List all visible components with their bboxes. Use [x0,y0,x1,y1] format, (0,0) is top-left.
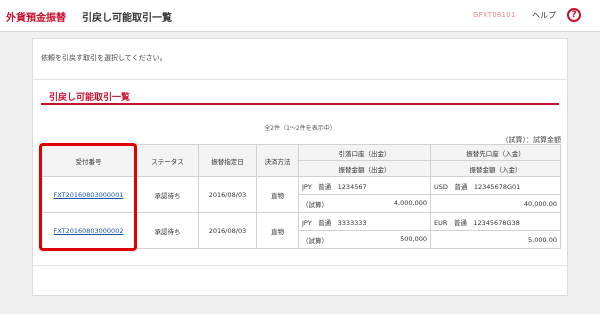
table-header-row: 受付番号 ステータス 振替指定日 決済方法 引落口座（出金） 振替先口座（入金） [40,144,561,177]
rate-method-cell: 直物 [256,212,299,249]
debit-account-cell: JPY 普通 1234567 [298,176,431,195]
col-header-debit-account: 引落口座（出金） [298,144,431,161]
receipt-no-link[interactable]: FXT20160803000002 [54,227,124,235]
debit-amount-cell: （試算） 4,000,000 [298,194,431,213]
receipt-no-link[interactable]: FXT20160803000001 [54,191,124,199]
section-title: 引戻し可能取引一覧 [49,93,131,103]
debit-amount-value: 4,000,000 [393,198,427,207]
result-count: 全2件（1～2件を表示中） [264,125,336,132]
credit-amount-value: 5,000.00 [528,235,557,244]
col-header-credit-amount: 振替金額（入金） [430,160,561,177]
col-header-receipt-no: 受付番号 [40,144,137,177]
transfer-date-cell: 2016/08/03 [198,212,257,249]
transaction-table: 受付番号 ステータス 振替指定日 決済方法 引落口座（出金） 振替先口座（入金）… [40,144,561,249]
divider-bottom [33,265,567,266]
screen-id: GFXT08101 [473,11,516,19]
page-title: 引戻し可能取引一覧 [82,13,172,24]
transfer-date-cell: 2016/08/03 [198,176,257,213]
credit-account-cell: USD 普通 12345678G01 [430,176,561,195]
debit-amount-value: 500,000 [400,234,427,243]
receipt-no-cell: FXT20160803000002 [40,212,137,249]
table-row: FXT20160803000001 承認待ち 2016/08/03 直物 JPY… [40,176,561,213]
col-header-debit-amount: 振替金額（出金） [298,160,431,177]
status-cell: 承認待ち [136,212,199,249]
credit-amount-value: 40,000.00 [523,199,557,208]
help-icon[interactable]: ? [567,8,581,22]
divider [33,79,567,80]
rate-method-cell: 直物 [256,176,299,213]
col-header-transfer-date: 振替指定日 [198,144,257,177]
col-header-status: ステータス [136,144,199,177]
estimate-label: （試算） [302,200,328,209]
col-header-rate-method: 決済方法 [256,144,299,177]
estimate-label: （試算） [302,236,328,245]
credit-account-cell: EUR 普通 12345678G38 [430,212,561,231]
section-rule [41,103,559,105]
receipt-no-cell: FXT20160803000001 [40,176,137,213]
debit-amount-cell: （試算） 500,000 [298,230,431,249]
debit-account-cell: JPY 普通 3333333 [298,212,431,231]
status-cell: 承認待ち [136,176,199,213]
help-link[interactable]: ヘルプ [532,10,556,21]
credit-amount-cell: 5,000.00 [430,230,561,249]
app-header: 外貨預金振替 引戻し可能取引一覧 GFXT08101 ヘルプ ? [0,0,600,32]
brand-label: 外貨預金振替 [6,13,66,24]
col-header-credit-account: 振替先口座（入金） [430,144,561,161]
credit-amount-cell: 40,000.00 [430,194,561,213]
table-row: FXT20160803000002 承認待ち 2016/08/03 直物 JPY… [40,212,561,249]
instruction-text: 依頼を引戻す取引を選択してください。 [41,54,167,62]
